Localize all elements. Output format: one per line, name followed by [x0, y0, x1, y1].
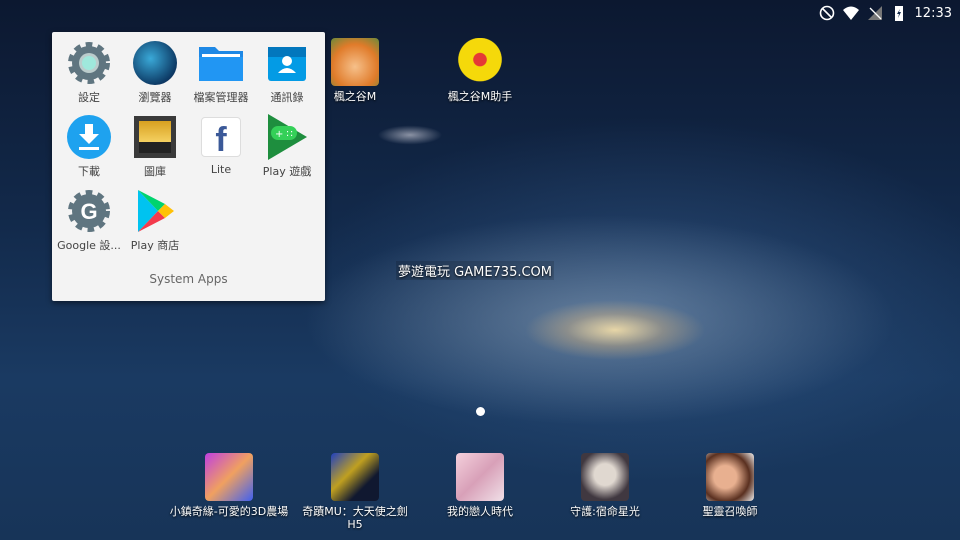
wifi-icon — [842, 6, 859, 20]
app-play-store[interactable]: Play 商店 — [122, 188, 188, 253]
town-story-icon — [205, 453, 253, 501]
system-apps-folder: 設定 瀏覽器 檔案管理器 通訊錄 下載 圖庫 f Lite + ∷ Play 遊戲 … — [52, 32, 325, 301]
svg-text:G: G — [80, 199, 97, 224]
play-games-icon: + ∷ — [264, 114, 310, 160]
lover-era-icon — [456, 453, 504, 501]
app-download[interactable]: 下載 — [56, 114, 122, 179]
app-gallery[interactable]: 圖庫 — [122, 114, 188, 179]
summoner-icon — [706, 453, 754, 501]
maplestory-helper-icon — [456, 38, 504, 86]
dock-app[interactable]: 聖靈召喚師 — [670, 453, 790, 518]
page-indicator[interactable] — [476, 407, 485, 416]
facebook-lite-icon: f — [198, 114, 244, 160]
dock-app[interactable]: 我的戀人時代 — [420, 453, 540, 518]
folder-title: System Apps — [149, 272, 228, 286]
app-browser[interactable]: 瀏覽器 — [122, 40, 188, 105]
app-maplestory-m[interactable]: 楓之谷M — [295, 38, 415, 103]
settings-icon — [66, 40, 112, 86]
mu-h5-icon — [331, 453, 379, 501]
app-file-manager[interactable]: 檔案管理器 — [188, 40, 254, 105]
app-play-games[interactable]: + ∷ Play 遊戲 — [254, 114, 320, 179]
battery-charging-icon — [894, 6, 903, 21]
maplestory-m-icon — [331, 38, 379, 86]
clock: 12:33 — [914, 5, 952, 21]
app-settings[interactable]: 設定 — [56, 40, 122, 105]
dock-app[interactable]: 奇蹟MU：大天使之劍H5 — [295, 453, 415, 531]
download-icon — [66, 114, 112, 160]
no-signal-icon — [867, 6, 882, 20]
dock-app[interactable]: 小鎮奇緣-可愛的3D農場 — [169, 453, 289, 518]
app-maplestory-m-helper[interactable]: 楓之谷M助手 — [420, 38, 540, 103]
svg-text:+ ∷: + ∷ — [275, 129, 293, 140]
browser-icon — [132, 40, 178, 86]
file-manager-icon — [198, 40, 244, 86]
play-store-icon — [132, 188, 178, 234]
app-google-settings[interactable]: G Google 設... — [56, 188, 122, 253]
app-facebook-lite[interactable]: f Lite — [188, 114, 254, 176]
gallery-icon — [132, 114, 178, 160]
status-bar: 12:33 — [819, 3, 952, 23]
guardian-icon — [581, 453, 629, 501]
do-not-disturb-icon — [819, 5, 834, 21]
watermark: 夢遊電玩 GAME735.COM — [396, 261, 555, 280]
google-settings-icon: G — [66, 188, 112, 234]
dock-app[interactable]: 守護:宿命星光 — [545, 453, 665, 518]
